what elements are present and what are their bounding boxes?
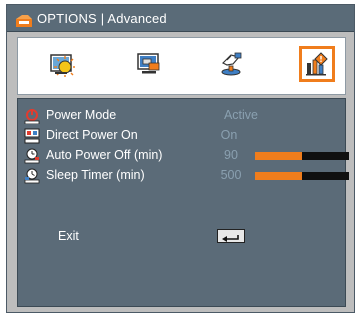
menu-item-auto-power-off[interactable]: Auto Power Off (min) 90 bbox=[18, 147, 349, 165]
menu-item-label: Power Mode bbox=[46, 108, 117, 122]
menu-item-label: Sleep Timer (min) bbox=[46, 168, 145, 182]
sleep-timer-slider-fill bbox=[255, 172, 302, 180]
menu-item-sleep-timer[interactable]: Sleep Timer (min) 500 bbox=[18, 167, 349, 185]
direct-power-on-value: On bbox=[220, 128, 238, 142]
osd-menu-window: OPTIONS | Advanced Power Mode Active Dir… bbox=[6, 4, 355, 313]
tab-options[interactable] bbox=[299, 46, 335, 82]
menu-item-direct-power-on[interactable]: Direct Power On On bbox=[18, 127, 345, 145]
options-icon bbox=[16, 12, 32, 27]
advanced-menu-panel: Power Mode Active Direct Power On On Aut… bbox=[17, 98, 349, 307]
tab-strip bbox=[17, 37, 346, 95]
exit-label: Exit bbox=[58, 229, 79, 243]
sleep-timer-slider[interactable] bbox=[255, 172, 349, 180]
auto-power-off-icon bbox=[24, 148, 40, 164]
window-title: OPTIONS | Advanced bbox=[37, 11, 167, 26]
tab-image-settings[interactable] bbox=[44, 46, 80, 82]
power-mode-value: Active bbox=[223, 108, 259, 122]
enter-key-icon[interactable] bbox=[217, 229, 245, 243]
power-mode-icon bbox=[24, 108, 40, 125]
sleep-timer-icon bbox=[24, 168, 40, 184]
menu-item-label: Auto Power Off (min) bbox=[46, 148, 163, 162]
sleep-timer-value: 500 bbox=[220, 168, 242, 182]
tab-display[interactable] bbox=[130, 46, 166, 82]
auto-power-off-value: 90 bbox=[224, 148, 238, 162]
auto-power-off-slider[interactable] bbox=[255, 152, 349, 160]
tab-setup[interactable] bbox=[214, 46, 250, 82]
title-bar: OPTIONS | Advanced bbox=[7, 5, 354, 32]
menu-item-label: Direct Power On bbox=[46, 128, 138, 142]
menu-item-power-mode[interactable]: Power Mode Active bbox=[18, 107, 345, 125]
direct-power-on-icon bbox=[24, 128, 40, 144]
auto-power-off-slider-fill bbox=[255, 152, 302, 160]
